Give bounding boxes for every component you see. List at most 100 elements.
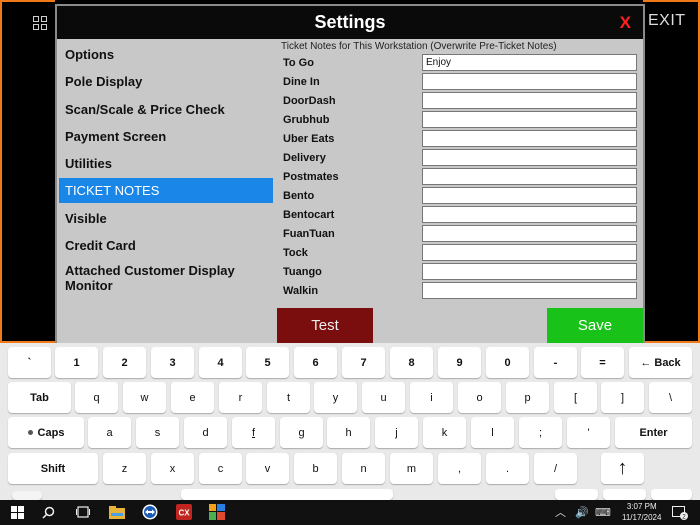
key-enter[interactable]: Enter [615, 417, 692, 448]
key-left-bracket[interactable]: [ [554, 382, 597, 413]
note-input-fuantuan[interactable] [422, 225, 637, 242]
store-app-icon[interactable] [209, 504, 225, 520]
right-frame [643, 0, 700, 343]
key-4[interactable]: 4 [199, 347, 242, 378]
key-9[interactable]: 9 [438, 347, 481, 378]
menu-item-scan-scale[interactable]: Scan/Scale & Price Check [59, 102, 273, 117]
key-quote[interactable]: ' [567, 417, 610, 448]
key-7[interactable]: 7 [342, 347, 385, 378]
note-input-grubhub[interactable] [422, 111, 637, 128]
key-d[interactable]: d [184, 417, 227, 448]
key-period[interactable]: . [486, 453, 529, 484]
key-v[interactable]: v [246, 453, 289, 484]
menu-item-pole-display[interactable]: Pole Display [59, 74, 273, 89]
key-semicolon[interactable]: ; [519, 417, 562, 448]
close-button[interactable]: X [620, 13, 631, 33]
key-6[interactable]: 6 [294, 347, 337, 378]
menu-item-credit-card[interactable]: Credit Card [59, 238, 273, 253]
key-m[interactable]: m [390, 453, 433, 484]
key-n[interactable]: n [342, 453, 385, 484]
key-e[interactable]: e [171, 382, 214, 413]
key-h[interactable]: h [327, 417, 370, 448]
taskbar-clock[interactable]: 3:07 PM 11/17/2024 [622, 501, 661, 523]
key-3[interactable]: 3 [151, 347, 194, 378]
key-backtick[interactable]: ` [8, 347, 51, 378]
key-backspace[interactable]: ← Back [629, 347, 692, 378]
key-l[interactable]: l [471, 417, 514, 448]
note-input-delivery[interactable] [422, 149, 637, 166]
key-bottom-left[interactable] [12, 491, 42, 500]
teamviewer-icon[interactable] [142, 504, 158, 520]
key-s[interactable]: s [136, 417, 179, 448]
key-5[interactable]: 5 [246, 347, 289, 378]
key-p[interactable]: p [506, 382, 549, 413]
menu-item-options[interactable]: Options [59, 47, 273, 62]
key-8[interactable]: 8 [390, 347, 433, 378]
note-input-to-go[interactable]: Enjoy [422, 54, 637, 71]
key-g[interactable]: g [280, 417, 323, 448]
keyboard-icon[interactable]: ⌨ [595, 507, 611, 519]
search-icon[interactable] [40, 504, 56, 520]
note-row-tuango: Tuango [277, 263, 643, 282]
note-input-bento[interactable] [422, 187, 637, 204]
key-c[interactable]: c [199, 453, 242, 484]
menu-item-visible[interactable]: Visible [59, 211, 273, 226]
key-shift[interactable]: Shift [8, 453, 98, 484]
key-space[interactable] [181, 489, 393, 500]
key-y[interactable]: y [314, 382, 357, 413]
key-up-arrow[interactable]: ↑ [601, 453, 644, 484]
key-equals[interactable]: = [581, 347, 624, 378]
menu-item-ticket-notes[interactable]: TICKET NOTES [59, 178, 273, 203]
note-input-tuango[interactable] [422, 263, 637, 280]
key-x[interactable]: x [151, 453, 194, 484]
key-t[interactable]: t [267, 382, 310, 413]
key-slash[interactable]: / [534, 453, 577, 484]
key-o[interactable]: o [458, 382, 501, 413]
test-button[interactable]: Test [277, 308, 373, 343]
chevron-up-icon[interactable]: ︿ [555, 507, 566, 519]
key-right-bracket[interactable]: ] [601, 382, 644, 413]
exit-button[interactable]: EXIT [648, 12, 686, 30]
notification-icon[interactable]: 2 [672, 505, 688, 521]
key-backslash[interactable]: \ [649, 382, 692, 413]
note-input-walkin[interactable] [422, 282, 637, 299]
key-tab[interactable]: Tab [8, 382, 71, 413]
key-w[interactable]: w [123, 382, 166, 413]
pos-app-icon[interactable]: CX [176, 504, 192, 520]
key-q[interactable]: q [75, 382, 118, 413]
save-button[interactable]: Save [547, 308, 643, 343]
menu-item-customer-display[interactable]: Attached Customer Display Monitor [59, 263, 244, 293]
key-left-arrow[interactable] [555, 489, 598, 500]
key-2[interactable]: 2 [103, 347, 146, 378]
note-input-uber-eats[interactable] [422, 130, 637, 147]
note-input-postmates[interactable] [422, 168, 637, 185]
key-j[interactable]: j [375, 417, 418, 448]
key-0[interactable]: 0 [486, 347, 529, 378]
key-right-arrow[interactable] [651, 489, 692, 500]
note-row-bento: Bento [277, 187, 643, 206]
task-view-icon[interactable] [75, 504, 91, 520]
key-minus[interactable]: - [534, 347, 577, 378]
file-explorer-icon[interactable] [109, 504, 125, 520]
volume-icon[interactable]: 🔊 [575, 507, 589, 519]
menu-item-utilities[interactable]: Utilities [59, 156, 273, 171]
note-input-tock[interactable] [422, 244, 637, 261]
key-k[interactable]: k [423, 417, 466, 448]
key-r[interactable]: r [219, 382, 262, 413]
menu-item-payment-screen[interactable]: Payment Screen [59, 129, 273, 144]
key-down-arrow[interactable] [603, 489, 646, 500]
grid-menu-icon[interactable] [33, 16, 49, 32]
key-z[interactable]: z [103, 453, 146, 484]
note-input-doordash[interactable] [422, 92, 637, 109]
key-1[interactable]: 1 [55, 347, 98, 378]
note-input-bentocart[interactable] [422, 206, 637, 223]
key-a[interactable]: a [88, 417, 131, 448]
key-caps[interactable]: Caps [8, 417, 84, 448]
key-b[interactable]: b [294, 453, 337, 484]
key-u[interactable]: u [362, 382, 405, 413]
key-i[interactable]: i [410, 382, 453, 413]
note-input-dine-in[interactable] [422, 73, 637, 90]
key-comma[interactable]: , [438, 453, 481, 484]
key-f[interactable]: f [232, 417, 275, 448]
windows-start-icon[interactable] [9, 504, 25, 520]
